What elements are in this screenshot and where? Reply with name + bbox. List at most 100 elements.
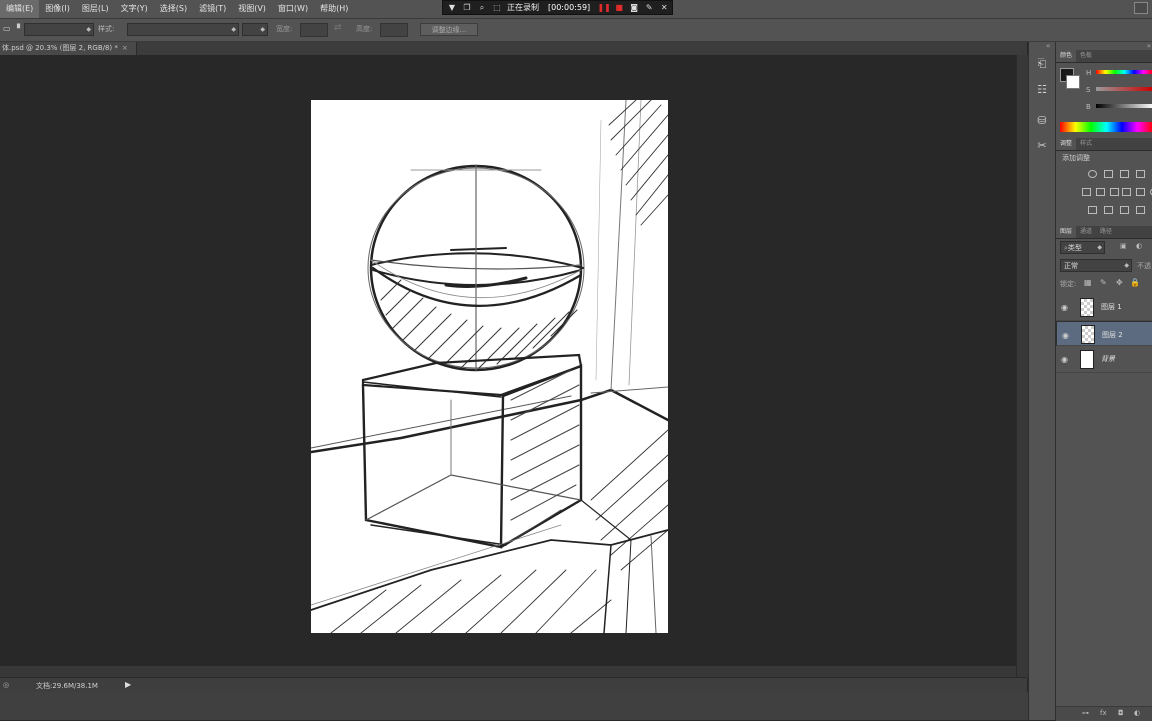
screen-recorder-bar: ▼ ❐ ⌕ ⬚ 正在录制 [00:00:59] ❚❚ ■ ◙ ✎ ✕ [442, 0, 673, 15]
invert-icon[interactable] [1088, 206, 1097, 214]
new-adjustment-icon[interactable]: ◐ [1134, 709, 1140, 717]
tab-paths[interactable]: 路径 [1096, 226, 1116, 238]
refine-edge-button[interactable]: 调整边缘... [420, 23, 478, 36]
menu-image[interactable]: 图像(I) [39, 0, 76, 18]
selection-mode-icon[interactable]: ▘ [17, 24, 23, 33]
collapse-icon[interactable]: « [1046, 42, 1050, 50]
visibility-eye-icon[interactable]: ◉ [1061, 355, 1068, 364]
gradient-map-icon[interactable] [1136, 206, 1145, 214]
layer-thumbnail [1080, 350, 1094, 369]
mask-icon[interactable]: ◘ [1118, 709, 1124, 717]
tab-styles[interactable]: 样式 [1076, 138, 1096, 150]
properties-icon[interactable]: ☷ [1034, 82, 1050, 98]
pause-icon[interactable]: ❚❚ [597, 3, 610, 13]
brightness-icon[interactable] [1088, 170, 1097, 178]
layer-row-background[interactable]: ◉ 背景 [1056, 347, 1152, 373]
options-bar: ▭ ▘ ◆ 样式: ◆ ◆ 宽度: ⇄ 高度: 调整边缘... [0, 19, 1152, 42]
color-panel-tabs: 颜色 色板 [1056, 50, 1152, 63]
menu-layer[interactable]: 图层(L) [76, 0, 115, 18]
status-arrow-icon[interactable]: ▶ [125, 680, 131, 689]
close-tab-icon[interactable]: × [122, 44, 128, 52]
vibrance-icon[interactable] [1082, 188, 1091, 196]
threshold-icon[interactable] [1120, 206, 1129, 214]
opacity-label: 不透 [1137, 262, 1151, 270]
feather-select[interactable]: ◆ [24, 23, 94, 36]
close-icon[interactable]: ✕ [659, 3, 669, 13]
sketch-artwork[interactable] [309, 99, 670, 634]
lock-brush-icon[interactable]: ✎ [1100, 278, 1107, 287]
document-tab-bar [0, 42, 1027, 55]
lock-all-icon[interactable]: 🔒 [1130, 278, 1140, 287]
tool-preset-icon[interactable]: ✂ [1034, 138, 1050, 154]
exposure-icon[interactable] [1136, 170, 1145, 178]
photo-filter-icon[interactable] [1136, 188, 1145, 196]
lock-move-icon[interactable]: ✥ [1116, 278, 1123, 287]
pen-icon[interactable]: ✎ [644, 3, 654, 13]
window-minimize-button[interactable] [1134, 2, 1148, 14]
search-icon[interactable]: ⌕ [477, 3, 487, 13]
visibility-eye-icon[interactable]: ◉ [1062, 330, 1069, 342]
layer-filter-select[interactable]: ⌕类型 ◆ [1060, 241, 1105, 254]
layer-row[interactable]: ◉ 图层 1 [1056, 295, 1152, 321]
stop-icon[interactable]: ■ [614, 3, 624, 13]
status-bar: ◎ 文档:29.6M/38.1M ▶ [0, 677, 1027, 693]
layer-row-selected[interactable]: ◉ 图层 2 [1056, 321, 1152, 346]
marquee-tool-icon[interactable]: ▭ [3, 24, 11, 33]
expand-icon[interactable]: » [1147, 42, 1151, 50]
menu-filter[interactable]: 滤镜(T) [193, 0, 232, 18]
tab-color[interactable]: 颜色 [1056, 50, 1077, 62]
style-extra-select[interactable]: ◆ [242, 23, 268, 36]
lock-transparency-icon[interactable]: ▦ [1084, 278, 1092, 287]
filter-image-icon[interactable]: ▣ [1120, 242, 1127, 250]
status-menu-icon[interactable]: ◎ [3, 681, 9, 689]
vertical-scrollbar[interactable] [1016, 55, 1028, 678]
dropdown-icon[interactable]: ▼ [447, 3, 457, 13]
tab-adjustments[interactable]: 调整 [1056, 138, 1077, 150]
menu-edit[interactable]: 编辑(E) [0, 0, 40, 18]
panel-dock-icons: « ⎗ ☷ ⛁ ✂ [1028, 42, 1056, 720]
add-adjustment-title: 添加调整 [1062, 154, 1090, 162]
menu-type[interactable]: 文字(Y) [115, 0, 154, 18]
saturation-slider[interactable] [1096, 87, 1152, 91]
blend-mode-select[interactable]: 正常 ◆ [1060, 259, 1132, 272]
brightness-label: B [1086, 103, 1091, 111]
menu-window[interactable]: 窗口(W) [272, 0, 314, 18]
tab-channels[interactable]: 通道 [1076, 226, 1096, 238]
background-color-swatch[interactable] [1066, 75, 1080, 89]
window-icon[interactable]: ❐ [462, 3, 472, 13]
posterize-icon[interactable] [1104, 206, 1113, 214]
layer-thumbnail [1081, 325, 1095, 344]
menu-help[interactable]: 帮助(H) [314, 0, 354, 18]
menu-view[interactable]: 视图(V) [232, 0, 272, 18]
menu-select[interactable]: 选择(S) [154, 0, 193, 18]
height-field[interactable] [380, 23, 408, 37]
link-layers-icon[interactable]: ⊶ [1082, 709, 1089, 717]
color-ramp[interactable] [1060, 122, 1152, 132]
hue-saturation-icon[interactable] [1096, 188, 1105, 196]
width-field[interactable] [300, 23, 328, 37]
panels-dock: » 颜色 色板 H S B 调整 样式 添加调整 图层 通道 路径 ⌕类型 ◆ ▣ ◐ 正… [1055, 42, 1152, 721]
document-tab[interactable]: 体.psd @ 20.3% (图层 2, RGB/8) * × [0, 42, 137, 55]
style-select[interactable]: ◆ [127, 23, 239, 36]
black-white-icon[interactable] [1122, 188, 1131, 196]
brush-preset-icon[interactable]: ⛁ [1034, 113, 1050, 129]
visibility-eye-icon[interactable]: ◉ [1061, 303, 1068, 312]
tab-layers[interactable]: 图层 [1056, 226, 1077, 238]
hue-slider[interactable] [1096, 70, 1152, 74]
curves-icon[interactable] [1120, 170, 1129, 178]
history-icon[interactable]: ⎗ [1034, 56, 1050, 72]
levels-icon[interactable] [1104, 170, 1113, 178]
style-label: 样式: [98, 25, 115, 33]
filter-adjust-icon[interactable]: ◐ [1136, 242, 1142, 250]
tab-swatches[interactable]: 色板 [1076, 50, 1096, 62]
region-icon[interactable]: ⬚ [492, 3, 502, 13]
brightness-slider[interactable] [1096, 104, 1152, 108]
color-balance-icon[interactable] [1110, 188, 1119, 196]
camera-icon[interactable]: ◙ [629, 3, 639, 13]
swap-icon[interactable]: ⇄ [334, 23, 342, 33]
layer-name: 图层 2 [1102, 331, 1123, 339]
recording-label: 正在录制 [507, 3, 539, 12]
fx-icon[interactable]: fx [1100, 709, 1107, 717]
layer-thumbnail [1080, 298, 1094, 317]
hue-label: H [1086, 69, 1092, 77]
